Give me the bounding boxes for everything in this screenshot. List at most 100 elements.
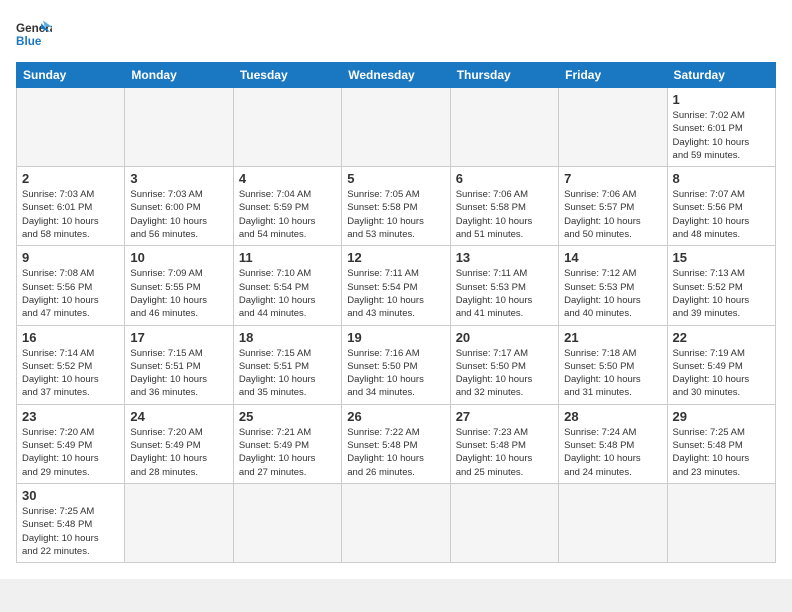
- day-number: 14: [564, 250, 661, 265]
- weekday-sunday: Sunday: [17, 63, 125, 88]
- calendar-cell: [450, 483, 558, 562]
- calendar-week-5: 23 Sunrise: 7:20 AMSunset: 5:49 PMDayligh…: [17, 404, 776, 483]
- calendar-cell: 14 Sunrise: 7:12 AMSunset: 5:53 PMDayligh…: [559, 246, 667, 325]
- calendar-cell: 22Sunrise: 7:19 AMSunset: 5:49 PMDayligh…: [667, 325, 775, 404]
- calendar-week-3: 9 Sunrise: 7:08 AMSunset: 5:56 PMDaylight…: [17, 246, 776, 325]
- calendar-cell: [342, 88, 450, 167]
- day-info: Sunrise: 7:15 AMSunset: 5:51 PMDaylight:…: [130, 347, 227, 400]
- day-info: Sunrise: 7:15 AMSunset: 5:51 PMDaylight:…: [239, 347, 336, 400]
- day-info: Sunrise: 7:03 AMSunset: 6:00 PMDaylight:…: [130, 188, 227, 241]
- svg-text:Blue: Blue: [16, 35, 42, 48]
- calendar-week-6: 30 Sunrise: 7:25 AMSunset: 5:48 PMDayligh…: [17, 483, 776, 562]
- day-info: Sunrise: 7:21 AMSunset: 5:49 PMDaylight:…: [239, 426, 336, 479]
- day-number: 30: [22, 488, 119, 503]
- calendar-cell: [125, 483, 233, 562]
- day-number: 7: [564, 171, 661, 186]
- day-number: 21: [564, 330, 661, 345]
- day-info: Sunrise: 7:16 AMSunset: 5:50 PMDaylight:…: [347, 347, 444, 400]
- calendar-cell: 29Sunrise: 7:25 AMSunset: 5:48 PMDayligh…: [667, 404, 775, 483]
- day-info: Sunrise: 7:05 AMSunset: 5:58 PMDaylight:…: [347, 188, 444, 241]
- calendar-cell: [233, 483, 341, 562]
- day-number: 15: [673, 250, 770, 265]
- calendar-cell: 25Sunrise: 7:21 AMSunset: 5:49 PMDayligh…: [233, 404, 341, 483]
- weekday-wednesday: Wednesday: [342, 63, 450, 88]
- calendar-cell: 18 Sunrise: 7:15 AMSunset: 5:51 PMDayligh…: [233, 325, 341, 404]
- calendar-cell: 1Sunrise: 7:02 AMSunset: 6:01 PMDaylight…: [667, 88, 775, 167]
- day-number: 27: [456, 409, 553, 424]
- day-info: Sunrise: 7:11 AMSunset: 5:54 PMDaylight:…: [347, 267, 444, 320]
- weekday-friday: Friday: [559, 63, 667, 88]
- weekday-thursday: Thursday: [450, 63, 558, 88]
- calendar-cell: [342, 483, 450, 562]
- calendar-cell: 6 Sunrise: 7:06 AMSunset: 5:58 PMDaylight…: [450, 167, 558, 246]
- day-number: 16: [22, 330, 119, 345]
- day-number: 26: [347, 409, 444, 424]
- calendar-cell: 19 Sunrise: 7:16 AMSunset: 5:50 PMDayligh…: [342, 325, 450, 404]
- day-info: Sunrise: 7:25 AMSunset: 5:48 PMDaylight:…: [22, 505, 119, 558]
- calendar-cell: [559, 88, 667, 167]
- page: General Blue SundayMondayTuesdayWednesda…: [0, 0, 792, 579]
- calendar-week-4: 16 Sunrise: 7:14 AMSunset: 5:52 PMDayligh…: [17, 325, 776, 404]
- day-info: Sunrise: 7:17 AMSunset: 5:50 PMDaylight:…: [456, 347, 553, 400]
- calendar-week-2: 2 Sunrise: 7:03 AMSunset: 6:01 PMDaylight…: [17, 167, 776, 246]
- day-number: 2: [22, 171, 119, 186]
- calendar-cell: [450, 88, 558, 167]
- day-number: 18: [239, 330, 336, 345]
- logo-icon: General Blue: [16, 16, 52, 52]
- day-info: Sunrise: 7:14 AMSunset: 5:52 PMDaylight:…: [22, 347, 119, 400]
- day-number: 4: [239, 171, 336, 186]
- day-info: Sunrise: 7:06 AMSunset: 5:58 PMDaylight:…: [456, 188, 553, 241]
- day-info: Sunrise: 7:20 AMSunset: 5:49 PMDaylight:…: [22, 426, 119, 479]
- day-number: 9: [22, 250, 119, 265]
- calendar-cell: 10Sunrise: 7:09 AMSunset: 5:55 PMDayligh…: [125, 246, 233, 325]
- day-info: Sunrise: 7:08 AMSunset: 5:56 PMDaylight:…: [22, 267, 119, 320]
- calendar-table: SundayMondayTuesdayWednesdayThursdayFrid…: [16, 62, 776, 563]
- calendar-cell: 4 Sunrise: 7:04 AMSunset: 5:59 PMDaylight…: [233, 167, 341, 246]
- calendar-cell: 30 Sunrise: 7:25 AMSunset: 5:48 PMDayligh…: [17, 483, 125, 562]
- header: General Blue: [16, 16, 776, 52]
- day-info: Sunrise: 7:06 AMSunset: 5:57 PMDaylight:…: [564, 188, 661, 241]
- day-info: Sunrise: 7:04 AMSunset: 5:59 PMDaylight:…: [239, 188, 336, 241]
- logo: General Blue: [16, 16, 52, 52]
- day-info: Sunrise: 7:25 AMSunset: 5:48 PMDaylight:…: [673, 426, 770, 479]
- day-number: 24: [130, 409, 227, 424]
- calendar-cell: 17Sunrise: 7:15 AMSunset: 5:51 PMDayligh…: [125, 325, 233, 404]
- calendar-cell: 15 Sunrise: 7:13 AMSunset: 5:52 PMDayligh…: [667, 246, 775, 325]
- weekday-tuesday: Tuesday: [233, 63, 341, 88]
- day-number: 8: [673, 171, 770, 186]
- calendar-cell: [667, 483, 775, 562]
- day-number: 10: [130, 250, 227, 265]
- day-number: 6: [456, 171, 553, 186]
- calendar-cell: 3 Sunrise: 7:03 AMSunset: 6:00 PMDaylight…: [125, 167, 233, 246]
- day-number: 3: [130, 171, 227, 186]
- calendar-cell: 21 Sunrise: 7:18 AMSunset: 5:50 PMDayligh…: [559, 325, 667, 404]
- weekday-header-row: SundayMondayTuesdayWednesdayThursdayFrid…: [17, 63, 776, 88]
- day-number: 19: [347, 330, 444, 345]
- day-number: 5: [347, 171, 444, 186]
- day-number: 1: [673, 92, 770, 107]
- day-info: Sunrise: 7:20 AMSunset: 5:49 PMDaylight:…: [130, 426, 227, 479]
- calendar-cell: [17, 88, 125, 167]
- calendar-cell: [125, 88, 233, 167]
- day-info: Sunrise: 7:22 AMSunset: 5:48 PMDaylight:…: [347, 426, 444, 479]
- calendar-week-1: 1Sunrise: 7:02 AMSunset: 6:01 PMDaylight…: [17, 88, 776, 167]
- day-number: 12: [347, 250, 444, 265]
- day-info: Sunrise: 7:03 AMSunset: 6:01 PMDaylight:…: [22, 188, 119, 241]
- calendar-cell: 12 Sunrise: 7:11 AMSunset: 5:54 PMDayligh…: [342, 246, 450, 325]
- day-number: 23: [22, 409, 119, 424]
- day-number: 28: [564, 409, 661, 424]
- calendar-cell: 5 Sunrise: 7:05 AMSunset: 5:58 PMDaylight…: [342, 167, 450, 246]
- calendar-cell: 7 Sunrise: 7:06 AMSunset: 5:57 PMDaylight…: [559, 167, 667, 246]
- calendar-cell: 26 Sunrise: 7:22 AMSunset: 5:48 PMDayligh…: [342, 404, 450, 483]
- day-info: Sunrise: 7:12 AMSunset: 5:53 PMDaylight:…: [564, 267, 661, 320]
- day-info: Sunrise: 7:13 AMSunset: 5:52 PMDaylight:…: [673, 267, 770, 320]
- calendar-cell: 16 Sunrise: 7:14 AMSunset: 5:52 PMDayligh…: [17, 325, 125, 404]
- day-info: Sunrise: 7:07 AMSunset: 5:56 PMDaylight:…: [673, 188, 770, 241]
- calendar-cell: 24 Sunrise: 7:20 AMSunset: 5:49 PMDayligh…: [125, 404, 233, 483]
- day-number: 11: [239, 250, 336, 265]
- calendar-cell: 28Sunrise: 7:24 AMSunset: 5:48 PMDayligh…: [559, 404, 667, 483]
- calendar-cell: 27Sunrise: 7:23 AMSunset: 5:48 PMDayligh…: [450, 404, 558, 483]
- calendar-cell: [559, 483, 667, 562]
- calendar-cell: 2 Sunrise: 7:03 AMSunset: 6:01 PMDaylight…: [17, 167, 125, 246]
- day-info: Sunrise: 7:18 AMSunset: 5:50 PMDaylight:…: [564, 347, 661, 400]
